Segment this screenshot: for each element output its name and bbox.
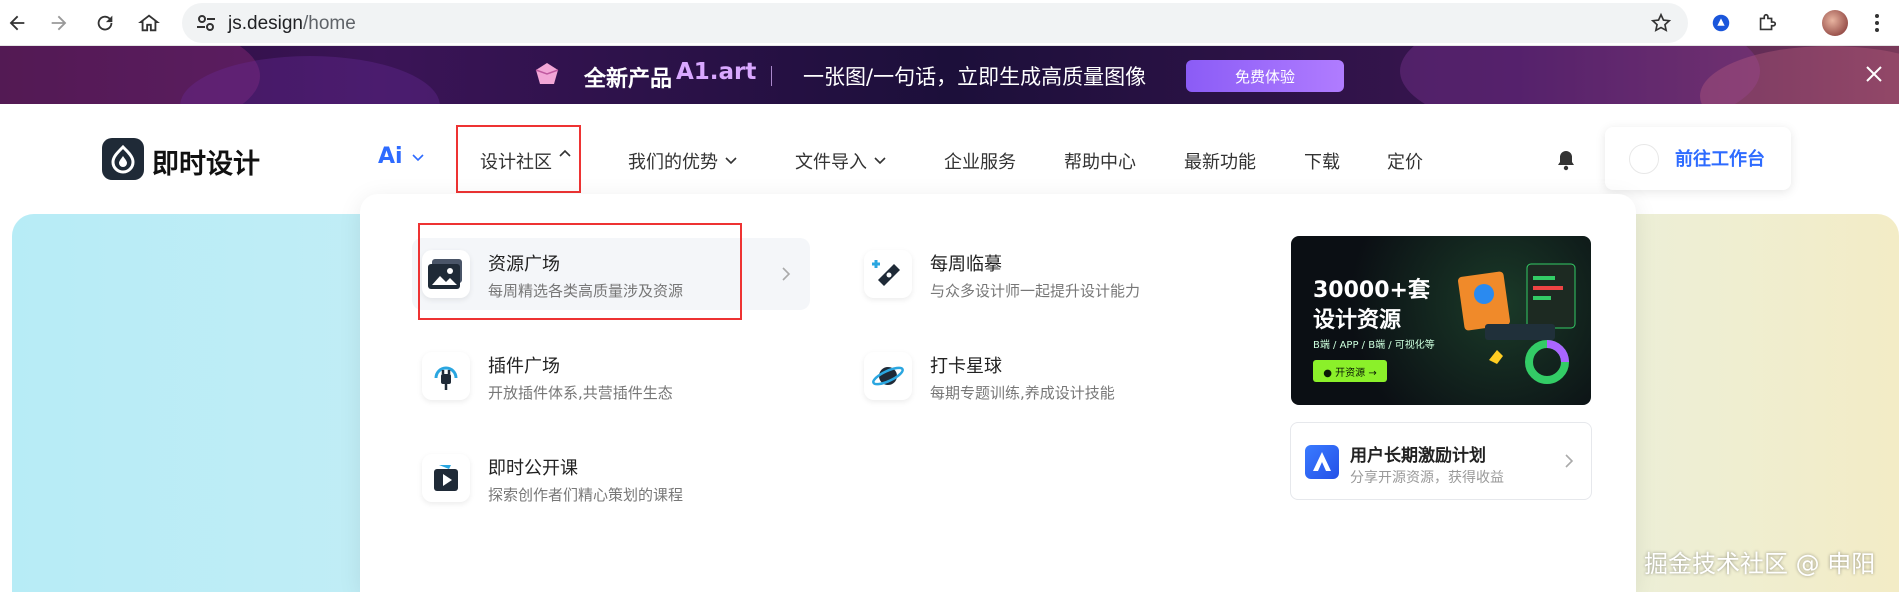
promo-button[interactable]: ● 开资源 → xyxy=(1313,360,1387,382)
url-text[interactable]: js.design/home xyxy=(228,13,356,35)
plugin-square-item[interactable]: 插件广场 开放插件体系,共营插件生态 xyxy=(412,340,810,412)
menu-label: 下载 xyxy=(1304,152,1340,173)
watermark: 掘金技术社区 @ 申阳 xyxy=(1644,550,1876,578)
item-desc: 开放插件体系,共营插件生态 xyxy=(488,384,673,402)
menu-our-advantages[interactable]: 我们的优势 xyxy=(628,148,738,174)
chevron-down-icon xyxy=(725,157,737,165)
menu-enterprise[interactable]: 企业服务 xyxy=(944,148,1016,174)
extensions-menu-button[interactable] xyxy=(1752,8,1782,38)
highlight-box xyxy=(456,125,581,193)
logo-icon[interactable] xyxy=(102,138,144,180)
url-path: /home xyxy=(303,13,356,34)
logo-text[interactable]: 即时设计 xyxy=(152,142,260,181)
site-settings-icon[interactable] xyxy=(194,11,218,35)
reload-icon xyxy=(97,15,113,31)
more-icon xyxy=(1875,14,1879,32)
promo-headline: 30000+套 设计资源 xyxy=(1313,276,1430,336)
design-resources-promo-card[interactable]: 30000+套 设计资源 B端 / APP / B端 / 可视化等 ● 开资源 → xyxy=(1291,236,1591,405)
reload-button[interactable] xyxy=(88,6,122,40)
incentive-desc: 分享开源资源，获得收益 xyxy=(1350,470,1504,486)
promo-illustration xyxy=(1457,263,1576,384)
highlight-box xyxy=(418,223,742,320)
menu-label: 定价 xyxy=(1387,152,1423,173)
promo-line1: 30000+套 xyxy=(1313,278,1430,303)
back-button[interactable] xyxy=(0,6,34,40)
item-title: 打卡星球 xyxy=(930,356,1002,377)
menu-label: 企业服务 xyxy=(944,152,1016,173)
item-title: 插件广场 xyxy=(488,356,560,377)
item-desc: 每期专题训练,养成设计技能 xyxy=(930,384,1115,402)
workbench-label: 前往工作台 xyxy=(1675,149,1765,170)
banner-product-name: A1.art xyxy=(676,59,757,85)
planet-icon xyxy=(864,352,912,400)
banner-product-label: 全新产品 xyxy=(584,67,673,92)
plug-icon xyxy=(422,352,470,400)
check-in-planet-item[interactable]: 打卡星球 每期专题训练,养成设计技能 xyxy=(854,340,1252,412)
promo-sub: B端 / APP / B端 / 可视化等 xyxy=(1313,340,1435,351)
profile-button[interactable] xyxy=(1820,8,1850,38)
video-play-icon xyxy=(422,454,470,502)
url-host: js.design xyxy=(228,13,303,34)
open-course-item[interactable]: 即时公开课 探索创作者们精心策划的课程 xyxy=(412,442,810,514)
gem-icon xyxy=(535,63,559,84)
incentive-title: 用户长期激励计划 xyxy=(1350,446,1486,466)
go-to-workbench-button[interactable]: 前往工作台 xyxy=(1605,127,1791,190)
address-bar[interactable]: js.design/home xyxy=(182,3,1688,43)
pen-tool-icon xyxy=(864,250,912,298)
extension-icon xyxy=(1712,14,1730,32)
weekly-copy-item[interactable]: 每周临摹 与众多设计师一起提升设计能力 xyxy=(854,238,1252,310)
menu-pricing[interactable]: 定价 xyxy=(1387,148,1423,174)
chevron-down-icon xyxy=(412,154,424,162)
avatar xyxy=(1629,144,1659,174)
item-desc: 与众多设计师一起提升设计能力 xyxy=(930,282,1141,300)
extension-button[interactable] xyxy=(1706,8,1736,38)
item-title: 即时公开课 xyxy=(488,458,578,479)
close-icon[interactable] xyxy=(1860,60,1888,88)
home-icon xyxy=(138,14,160,32)
puzzle-icon xyxy=(1759,13,1777,31)
browser-menu-button[interactable] xyxy=(1862,8,1892,38)
chevron-right-icon xyxy=(1565,454,1574,468)
menu-label: 文件导入 xyxy=(795,152,867,173)
item-desc: 探索创作者们精心策划的课程 xyxy=(488,486,684,504)
menu-label: 我们的优势 xyxy=(628,152,718,173)
incentive-plan-card[interactable]: 用户长期激励计划 分享开源资源，获得收益 xyxy=(1290,422,1592,500)
menu-help-center[interactable]: 帮助中心 xyxy=(1064,148,1136,174)
ai-menu[interactable]: Ai xyxy=(378,144,403,169)
chevron-down-icon xyxy=(874,157,886,165)
forward-button[interactable] xyxy=(42,6,76,40)
home-button[interactable] xyxy=(132,6,166,40)
menu-new-features[interactable]: 最新功能 xyxy=(1184,148,1256,174)
item-title: 每周临摹 xyxy=(930,254,1002,275)
menu-download[interactable]: 下载 xyxy=(1304,148,1340,174)
chevron-right-icon xyxy=(782,267,791,281)
bookmark-star-icon[interactable] xyxy=(1650,12,1672,34)
banner-tagline: 一张图/一句话，立即生成高质量图像 xyxy=(803,65,1147,89)
promo-line2: 设计资源 xyxy=(1313,308,1402,333)
avatar xyxy=(1822,10,1848,36)
forward-icon xyxy=(51,15,67,31)
banner-cta-button[interactable]: 免费体验 xyxy=(1186,60,1344,92)
promo-banner[interactable]: 全新产品 A1.art 一张图/一句话，立即生成高质量图像 免费体验 xyxy=(0,46,1899,104)
banner-divider xyxy=(771,66,772,86)
incentive-logo-icon xyxy=(1305,445,1339,479)
bell-icon[interactable] xyxy=(1555,148,1577,172)
menu-file-import[interactable]: 文件导入 xyxy=(795,148,887,174)
back-icon xyxy=(9,15,25,31)
menu-label: 帮助中心 xyxy=(1064,152,1136,173)
menu-label: 最新功能 xyxy=(1184,152,1256,173)
browser-toolbar: js.design/home xyxy=(0,0,1899,46)
